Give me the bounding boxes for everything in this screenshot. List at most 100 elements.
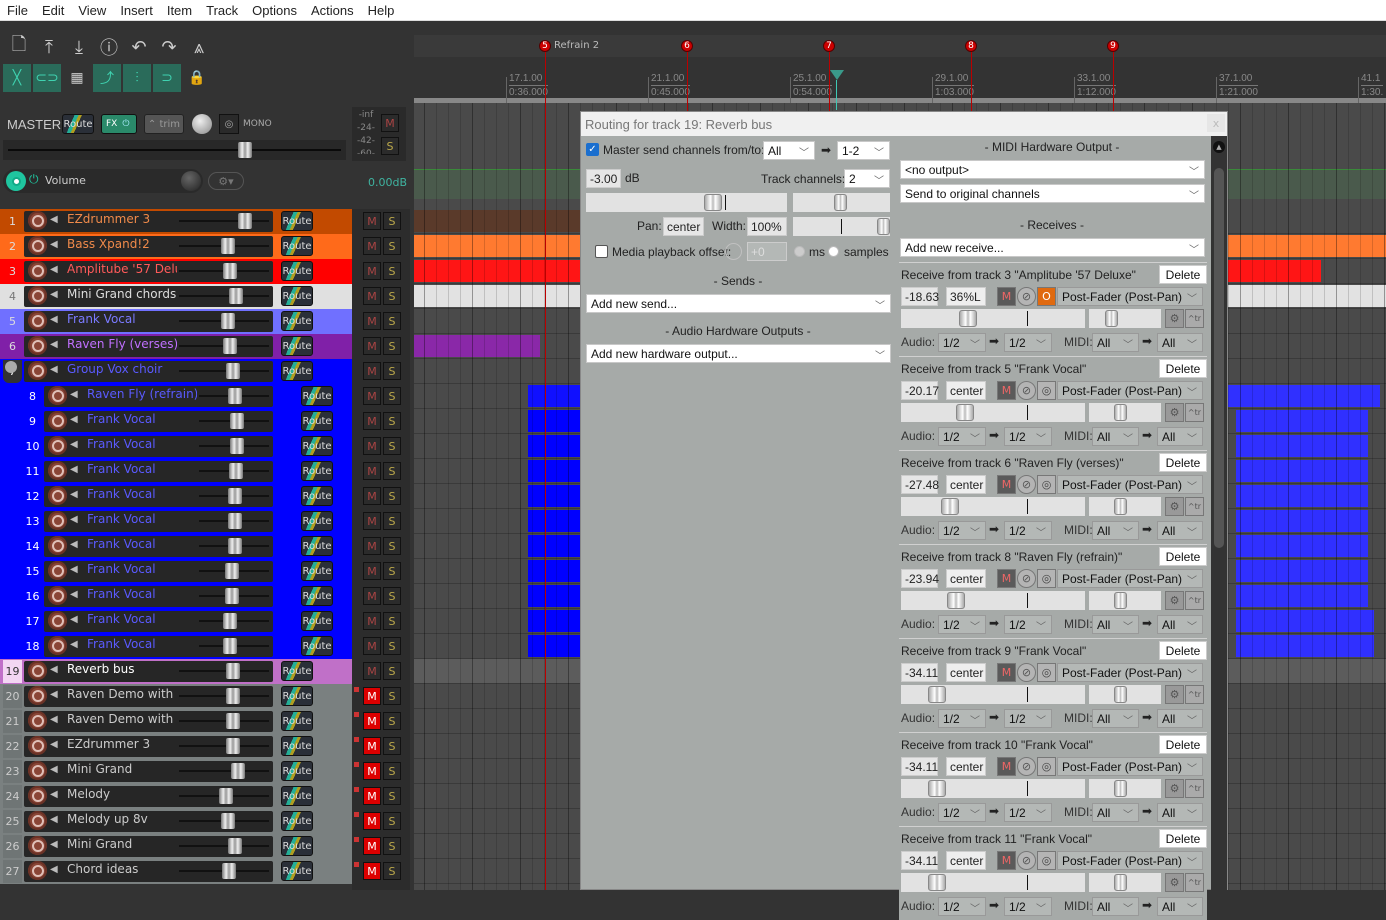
audio-to-select[interactable]: 1/2 ﹀ [1004,803,1052,822]
speaker-icon[interactable]: ◀ [50,839,60,851]
track-volume-fader[interactable] [179,288,269,304]
track-routing-icon[interactable]: ^tr [1185,309,1204,328]
track-row[interactable]: 25 ◀ Melody up 8v Route [0,809,352,834]
solo-button[interactable]: S [383,362,401,380]
receive-mute-button[interactable]: M [997,851,1016,870]
speaker-icon[interactable]: ◀ [70,489,80,501]
mute-button[interactable]: M [363,762,381,780]
delete-receive-button[interactable]: Delete [1159,735,1207,754]
slider-knob[interactable] [927,780,946,797]
track-routing-icon[interactable]: ^tr [1185,779,1204,798]
menu-help[interactable]: Help [361,3,402,18]
metronome-icon[interactable]: ⩓ [185,33,213,61]
track-row[interactable]: 14 ◀ Frank Vocal Route [0,534,352,559]
track-row[interactable]: 24 ◀ Melody Route [0,784,352,809]
speaker-icon[interactable]: ◀ [70,639,80,651]
slider-knob[interactable] [940,498,959,515]
midi-from-select[interactable]: All ﹀ [1092,521,1139,540]
route-button[interactable]: Route [281,311,313,331]
receive-pan-slider[interactable] [1089,685,1161,704]
receive-pan-field[interactable]: center [946,663,986,682]
track-name[interactable]: Mini Grand chords [67,287,177,301]
mute-button[interactable]: M [363,262,381,280]
receive-mode-select[interactable]: Post-Fader (Post-Pan) ﹀ [1057,475,1203,494]
master-volume-fader[interactable] [3,140,346,160]
receive-volume-field[interactable]: -34.11 [901,663,938,682]
fader-knob[interactable] [227,838,242,854]
phase-invert-icon[interactable]: ⊘ [1017,851,1036,870]
media-item[interactable] [1236,610,1374,632]
track-volume-fader[interactable] [179,663,269,679]
slider-knob[interactable] [1114,404,1127,421]
record-arm-icon[interactable] [28,286,47,305]
speaker-icon[interactable]: ◀ [70,389,80,401]
speaker-icon[interactable]: ◀ [70,464,80,476]
fader-knob[interactable] [223,338,238,354]
mono-stereo-icon[interactable]: ◎ [1037,569,1056,588]
solo-button[interactable]: S [383,387,401,405]
speaker-icon[interactable]: ◀ [50,264,60,276]
track-volume-fader[interactable] [179,838,269,854]
track-volume-fader[interactable] [199,438,269,454]
track-routing-icon[interactable]: ^tr [1185,591,1204,610]
delete-receive-button[interactable]: Delete [1159,359,1207,378]
envelope-icon[interactable]: ⚙ [1165,873,1184,892]
receive-pan-field[interactable]: center [946,569,986,588]
track-name[interactable]: Frank Vocal [87,637,197,651]
marker-ruler[interactable]: 5 Refrain 2 6 7 8 9 [414,35,1386,57]
media-item[interactable] [1226,285,1386,307]
audio-to-select[interactable]: 1/2 ﹀ [1004,427,1052,446]
track-row[interactable]: 13 ◀ Frank Vocal Route [0,509,352,534]
track-name[interactable]: Frank Vocal [67,312,177,326]
scroll-up-icon[interactable]: ▲ [1213,141,1225,153]
receive-pan-field[interactable]: 36%L [946,287,986,306]
route-button[interactable]: Route [281,761,313,781]
mute-button[interactable]: M [363,612,381,630]
track-row[interactable]: 6 ◀ Raven Fly (verses) Route [0,334,352,359]
record-arm-icon[interactable] [48,611,67,630]
receive-volume-field[interactable]: -23.94 [901,569,939,588]
fader-knob[interactable] [223,263,238,279]
master-pan-knob[interactable] [192,114,212,134]
receive-volume-field[interactable]: -18.63 [901,287,939,306]
mute-button[interactable]: M [363,862,381,880]
fader-knob[interactable] [228,488,243,504]
add-hw-output-select[interactable]: Add new hardware output... ﹀ [586,344,891,363]
route-button[interactable]: Route [301,461,333,481]
fader-knob[interactable] [227,513,242,529]
mute-button[interactable]: M [363,462,381,480]
record-arm-icon[interactable] [28,811,47,830]
speaker-icon[interactable]: ◀ [70,564,80,576]
mute-button[interactable]: M [363,637,381,655]
mute-button[interactable]: M [363,337,381,355]
media-item[interactable] [414,210,584,232]
track-volume-fader[interactable] [199,513,269,529]
mute-button[interactable]: M [363,387,381,405]
media-item[interactable] [1226,385,1380,407]
mute-button[interactable]: M [363,562,381,580]
receive-pan-field[interactable]: center [946,475,986,494]
timeline-ruler[interactable]: 17.1.00 0:36.000 21.1.00 0:45.000 25.1.00 0:5… [414,57,1386,103]
receive-volume-field[interactable]: -34.11 [901,851,938,870]
track-row[interactable]: 18 ◀ Frank Vocal Route [0,634,352,659]
slider-knob[interactable] [947,592,966,609]
delete-receive-button[interactable]: Delete [1159,453,1207,472]
mono-stereo-icon[interactable]: ◎ [1037,475,1056,494]
master-mute-button[interactable]: M [381,114,399,132]
route-button[interactable]: Route [281,336,313,356]
master-send-pan-slider[interactable] [793,193,890,212]
midi-to-select[interactable]: All ﹀ [1157,615,1203,634]
master-send-volume-slider[interactable] [586,193,787,212]
track-routing-icon[interactable]: ^tr [1185,403,1204,422]
track-volume-fader[interactable] [179,813,269,829]
track-volume-fader[interactable] [179,213,269,229]
menu-item[interactable]: Item [160,3,199,18]
envelope-icon[interactable]: ⚙ [1165,685,1184,704]
mono-stereo-icon[interactable]: ◎ [1037,663,1056,682]
pan-field[interactable]: center [663,217,704,236]
receive-volume-slider[interactable] [901,309,1085,328]
fader-knob[interactable] [226,713,241,729]
track-name[interactable]: Frank Vocal [87,512,197,526]
track-row[interactable]: 26 ◀ Mini Grand Route [0,834,352,859]
track-volume-fader[interactable] [199,588,269,604]
